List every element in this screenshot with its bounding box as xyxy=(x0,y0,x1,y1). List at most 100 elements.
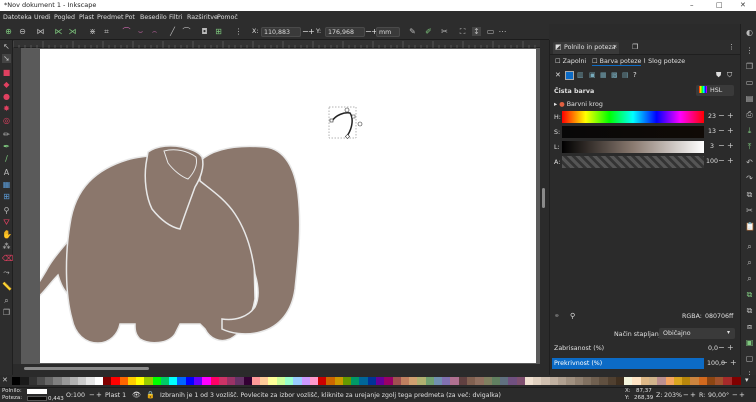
pages-tool-icon[interactable]: ❐ xyxy=(2,308,11,317)
3d-box-tool-icon[interactable]: ◆ xyxy=(2,80,11,89)
fill-indicator[interactable] xyxy=(27,389,47,394)
redo-icon[interactable]: ↷ xyxy=(745,174,754,183)
save-icon[interactable]: ▤ xyxy=(745,94,754,103)
path-effect-icon[interactable]: ✐ xyxy=(424,27,433,36)
color-picker-icon[interactable]: ⚲ xyxy=(570,312,575,320)
show-outline-icon[interactable]: ▭ xyxy=(486,27,495,36)
selector-tool-icon[interactable]: ↖ xyxy=(2,42,11,51)
text-tool-icon[interactable]: A xyxy=(2,168,11,177)
fill-rule-nonzero-icon[interactable]: ⛉ xyxy=(727,71,732,80)
blend-mode-select[interactable]: Običajno ▾ xyxy=(659,328,735,339)
join-segment-icon[interactable]: ⋊ xyxy=(68,27,77,36)
menu-item-razsiritve[interactable]: Razširitve xyxy=(187,14,218,21)
undo-icon[interactable]: ↶ xyxy=(745,158,754,167)
unit-select[interactable]: mm xyxy=(376,27,400,37)
star-tool-icon[interactable]: ✸ xyxy=(2,104,11,113)
path-node[interactable] xyxy=(329,118,334,123)
saturation-value[interactable]: 13 xyxy=(708,128,716,135)
zoom-value[interactable]: 203% xyxy=(664,392,682,399)
palette-menu-icon[interactable]: ▾ xyxy=(745,376,749,384)
make-symmetric-icon[interactable]: ⌣ xyxy=(136,27,145,36)
panel-menu-icon[interactable]: ⋮ xyxy=(728,43,735,51)
bezier-handle[interactable] xyxy=(344,107,350,113)
mesh-tool-icon[interactable]: ⊞ xyxy=(2,192,11,201)
pattern-icon[interactable]: ▩ xyxy=(611,71,618,79)
saturation-increment-button[interactable]: + xyxy=(727,126,734,135)
y-coordinate-input[interactable]: 176,968 xyxy=(325,27,365,37)
blur-decrement-button[interactable]: − xyxy=(718,343,725,352)
pen-icon[interactable]: ✎ xyxy=(408,27,417,36)
alpha-increment-button[interactable]: + xyxy=(727,156,734,165)
snap-options-icon[interactable]: ⋮ xyxy=(745,46,754,55)
minimize-button[interactable]: – xyxy=(690,1,694,9)
hue-increment-button[interactable]: + xyxy=(727,111,734,120)
visibility-eye-icon[interactable]: 👁 xyxy=(132,391,141,399)
ungroup-icon[interactable]: ▢ xyxy=(745,354,754,363)
delete-segment-icon[interactable]: ⋇ xyxy=(88,27,97,36)
stroke-to-path-icon[interactable]: ⊞ xyxy=(214,27,223,36)
menu-item-pomoc[interactable]: Pomoč xyxy=(217,14,238,21)
calligraphy-tool-icon[interactable]: ∕ xyxy=(2,154,11,163)
export-icon[interactable]: ⤒ xyxy=(745,142,754,151)
selected-path[interactable] xyxy=(328,106,363,140)
tab-stroke-style[interactable]: ⌇ Slog poteze xyxy=(643,58,685,65)
menu-item-predmet[interactable]: Predmet xyxy=(97,14,124,21)
tab-close-icon[interactable]: ✕ xyxy=(613,44,617,50)
rotation-value[interactable]: 90,00° xyxy=(708,392,729,399)
bezier-handle[interactable] xyxy=(357,121,363,127)
color-mode-select[interactable]: HSL xyxy=(696,85,734,96)
tab-fill-stroke[interactable]: ◩ Polnilo in poteza ✕ xyxy=(553,42,619,54)
color-managed-icon[interactable]: ⚭ xyxy=(554,312,560,320)
menu-item-plast[interactable]: Plast xyxy=(79,14,94,21)
rotation-decrement[interactable]: − xyxy=(732,391,738,399)
linear-gradient-icon[interactable]: ▥ xyxy=(577,71,584,79)
break-path-icon[interactable]: ⋉ xyxy=(54,27,63,36)
swatch-icon[interactable]: ▤ xyxy=(622,71,629,79)
opacity-increment-status[interactable]: + xyxy=(96,391,102,399)
maximize-button[interactable]: □ xyxy=(716,1,723,9)
stroke-indicator[interactable] xyxy=(27,396,47,401)
color-wheel-expander[interactable]: ▸ ● Barvni krog xyxy=(554,101,603,108)
close-button[interactable]: ✕ xyxy=(740,1,746,9)
new-document-icon[interactable]: ❐ xyxy=(745,62,754,71)
insert-node-icon[interactable]: ⊕ xyxy=(4,27,13,36)
menu-item-filtri[interactable]: Filtri xyxy=(169,14,182,21)
tab-fill[interactable]: ☐ Zapolni xyxy=(555,58,586,65)
menu-item-pot[interactable]: Pot xyxy=(125,14,135,21)
delete-node-icon[interactable]: ⊖ xyxy=(18,27,27,36)
hue-slider[interactable] xyxy=(562,111,704,123)
object-to-path-icon[interactable]: ◘ xyxy=(200,27,209,36)
pencil-tool-icon[interactable]: ✏ xyxy=(2,130,11,139)
clone-icon[interactable]: ⧉ xyxy=(745,306,754,315)
unset-paint-icon[interactable]: ? xyxy=(633,71,637,79)
lightness-value[interactable]: 3 xyxy=(710,143,714,150)
hue-value[interactable]: 23 xyxy=(708,113,716,120)
zoom-drawing-icon[interactable]: ⌕ xyxy=(745,258,754,267)
alpha-slider[interactable] xyxy=(562,156,704,168)
menu-item-besedilo[interactable]: Besedilo xyxy=(140,14,167,21)
pen-tool-icon[interactable]: ✒ xyxy=(2,142,11,151)
lock-icon[interactable]: 🔒 xyxy=(146,391,155,399)
print-icon[interactable]: ⎙ xyxy=(745,110,754,119)
copy-icon[interactable]: ⧉ xyxy=(745,190,754,199)
saturation-slider[interactable] xyxy=(562,126,704,138)
transform-handle[interactable] xyxy=(351,114,356,119)
saturation-decrement-button[interactable]: − xyxy=(718,126,725,135)
measure-tool-icon[interactable]: 📏 xyxy=(2,282,12,291)
duplicate-icon[interactable]: ⧉ xyxy=(745,290,754,299)
zoom-increment[interactable]: + xyxy=(690,391,696,399)
no-color-icon[interactable]: ✕ xyxy=(2,376,8,384)
menu-item-uredi[interactable]: Uredi xyxy=(34,14,51,21)
gradient-tool-icon[interactable]: ▦ xyxy=(2,180,11,189)
zoom-tool-icon[interactable]: ⌕ xyxy=(2,296,11,305)
new-tab-icon[interactable]: ❐ xyxy=(632,43,638,51)
alpha-value[interactable]: 100 xyxy=(706,158,718,165)
lightness-decrement-button[interactable]: − xyxy=(718,141,725,150)
menu-item-pogled[interactable]: Pogled xyxy=(54,14,75,21)
x-increment-button[interactable]: + xyxy=(308,27,315,36)
opacity-decrement-status[interactable]: − xyxy=(89,391,95,399)
rotation-increment[interactable]: + xyxy=(739,391,745,399)
show-path-icon[interactable]: ⋯ xyxy=(498,27,507,36)
lightness-increment-button[interactable]: + xyxy=(727,141,734,150)
hue-decrement-button[interactable]: − xyxy=(718,111,725,120)
